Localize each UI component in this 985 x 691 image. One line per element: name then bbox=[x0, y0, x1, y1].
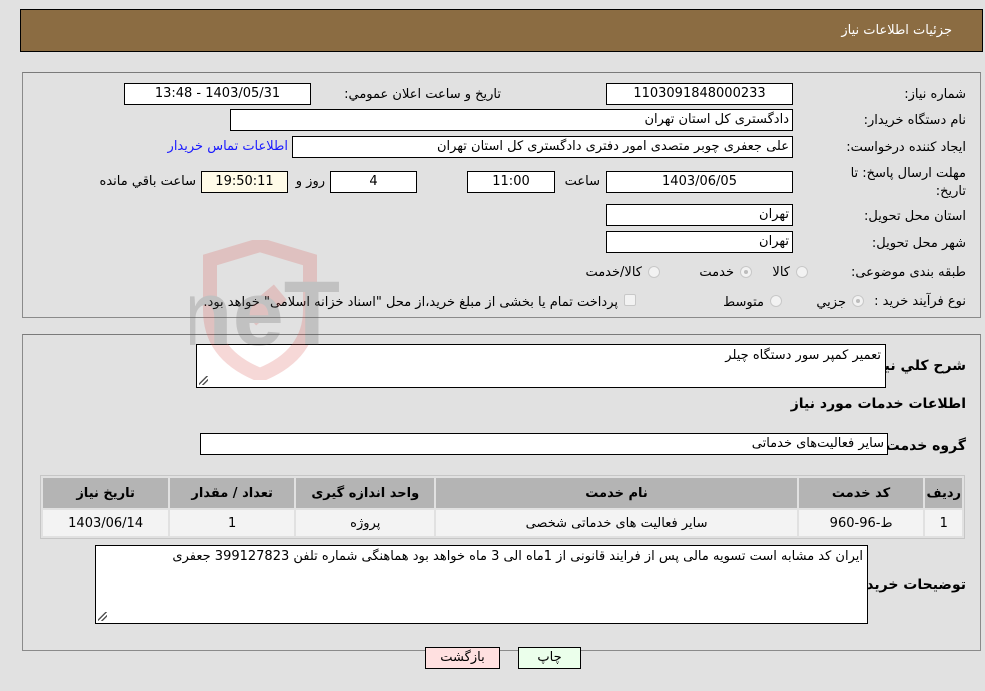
announce-label: تاريخ و ساعت اعلان عمومي: bbox=[344, 87, 501, 102]
need-number-label: شماره نیاز: bbox=[904, 87, 966, 102]
remaining-time-field: 19:50:11 bbox=[201, 171, 288, 193]
process-option-medium: متوسط bbox=[723, 295, 764, 310]
description-textarea[interactable]: تعمیر کمپر سور دستگاه چیلر bbox=[196, 344, 886, 388]
col-service-code: کد خدمت bbox=[798, 478, 924, 508]
deadline-time-field: 11:00 bbox=[467, 171, 555, 193]
province-label: استان محل تحويل: bbox=[864, 209, 966, 224]
process-radio-minor[interactable] bbox=[852, 295, 864, 307]
service-group-label: گروه خدمت: bbox=[880, 438, 966, 454]
col-service-name: نام خدمت bbox=[436, 478, 797, 508]
page-header: جزئیات اطلاعات نیاز bbox=[20, 9, 983, 52]
col-unit: واحد اندازه گيری bbox=[296, 478, 435, 508]
days-label: روز و bbox=[295, 174, 325, 189]
days-remaining-field: 4 bbox=[330, 171, 417, 193]
table-row: 1 ط-96-960 سایر فعالیت های خدماتی شخصی پ… bbox=[43, 510, 962, 536]
cell-unit: پروژه bbox=[296, 510, 435, 536]
category-option-service: خدمت bbox=[699, 265, 734, 280]
deadline-label: مهلت ارسال پاسخ: تا تاريخ: bbox=[850, 166, 966, 199]
deadline-time-label: ساعت bbox=[564, 174, 600, 189]
treasury-note: پرداخت تمام يا بخشی از مبلغ خريد،از محل … bbox=[203, 295, 618, 310]
cell-service-code: ط-96-960 bbox=[798, 510, 924, 536]
cell-quantity: 1 bbox=[170, 510, 295, 536]
need-info-panel: شماره نیاز: 1103091848000233 تاريخ و ساع… bbox=[22, 72, 981, 318]
col-quantity: تعداد / مقدار bbox=[170, 478, 295, 508]
cell-row-number: 1 bbox=[925, 510, 962, 536]
deadline-date-field: 1403/06/05 bbox=[606, 171, 793, 193]
buyer-org-label: نام دستگاه خريدار: bbox=[863, 113, 966, 128]
col-need-date: تاريخ نياز bbox=[43, 478, 169, 508]
service-group-field: سایر فعالیت‌های خدماتی bbox=[200, 433, 888, 455]
requester-field: علی جعفری چوبر متصدی امور دفتری دادگستری… bbox=[292, 136, 793, 158]
cell-service-name: سایر فعالیت های خدماتی شخصی bbox=[436, 510, 797, 536]
process-label: نوع فرآيند خريد : bbox=[874, 294, 966, 309]
buyer-contact-link[interactable]: اطلاعات تماس خريدار bbox=[168, 139, 288, 154]
province-field: تهران bbox=[606, 204, 793, 226]
category-label: طبقه بندی موضوعی: bbox=[850, 265, 966, 280]
process-option-minor: جزيي bbox=[816, 295, 846, 310]
buyer-notes-text: ایران کد مشابه است تسویه مالی پس از فرای… bbox=[172, 549, 863, 564]
need-number-field: 1103091848000233 bbox=[606, 83, 793, 105]
services-table: رديف کد خدمت نام خدمت واحد اندازه گيری ت… bbox=[40, 475, 965, 539]
page-title: جزئیات اطلاعات نیاز bbox=[841, 23, 952, 38]
category-radio-goods[interactable] bbox=[796, 266, 808, 278]
resize-grip-icon[interactable] bbox=[199, 376, 208, 385]
announce-field: 1403/05/31 - 13:48 bbox=[124, 83, 311, 105]
col-row-number: رديف bbox=[925, 478, 962, 508]
requester-label: ايجاد کننده درخواست: bbox=[846, 140, 966, 155]
services-heading: اطلاعات خدمات مورد نياز bbox=[790, 396, 966, 412]
description-text: تعمیر کمپر سور دستگاه چیلر bbox=[725, 348, 881, 363]
process-radio-medium[interactable] bbox=[770, 295, 782, 307]
print-button[interactable]: چاپ bbox=[518, 647, 581, 669]
buyer-notes-textarea[interactable]: ایران کد مشابه است تسویه مالی پس از فرای… bbox=[95, 545, 868, 624]
need-details-panel: شرح کلي نياز: تعمیر کمپر سور دستگاه چیلر… bbox=[22, 334, 981, 651]
back-button[interactable]: بازگشت bbox=[425, 647, 500, 669]
remaining-time-label: ساعت باقي مانده bbox=[99, 174, 196, 189]
buyer-org-field: دادگستری کل استان تهران bbox=[230, 109, 793, 131]
category-option-goods-service: کالا/خدمت bbox=[585, 265, 642, 280]
resize-grip-icon[interactable] bbox=[98, 612, 107, 621]
table-header-row: رديف کد خدمت نام خدمت واحد اندازه گيری ت… bbox=[43, 478, 962, 508]
category-radio-goods-service[interactable] bbox=[648, 266, 660, 278]
category-option-goods: کالا bbox=[772, 265, 790, 280]
city-label: شهر محل تحويل: bbox=[871, 236, 966, 251]
category-radio-service[interactable] bbox=[740, 266, 752, 278]
treasury-checkbox[interactable] bbox=[624, 294, 636, 306]
city-field: تهران bbox=[606, 231, 793, 253]
cell-need-date: 1403/06/14 bbox=[43, 510, 169, 536]
